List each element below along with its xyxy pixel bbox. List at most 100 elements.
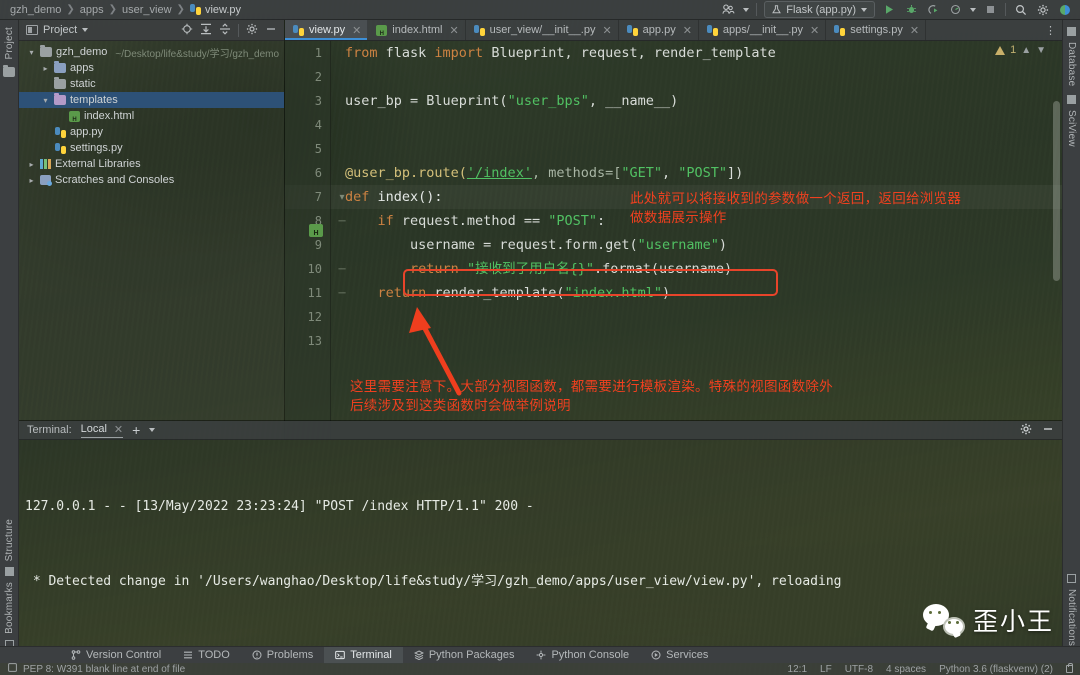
tool-window-problems[interactable]: Problems [241,647,324,664]
profiler-icon[interactable] [948,2,963,17]
profile-dropdown-icon[interactable] [743,7,750,12]
debug-icon[interactable] [904,2,919,17]
expand-all-icon[interactable] [200,23,212,38]
code-token[interactable]: '/index' [467,165,532,181]
code-token: request.method == [393,213,549,229]
status-encoding[interactable]: UTF-8 [845,664,873,675]
status-line-separator[interactable]: LF [820,664,832,675]
terminal-new-session-button[interactable]: + [132,422,140,438]
collapse-all-icon[interactable] [219,22,231,38]
code-line-6: @user_bp.route('/index', methods=["GET",… [345,161,1062,185]
rail-item-structure[interactable]: Structure [4,516,15,564]
code-token: : [597,213,606,229]
rail-item-project[interactable]: Project [4,24,15,63]
close-icon[interactable]: ✕ [114,423,123,436]
editor-tab-user-view-init[interactable]: user_view/__init__.py ✕ [466,20,619,40]
locate-file-icon[interactable] [181,23,193,38]
code-editor[interactable]: 1 2 3 4 5 6 7 8 9 10 11 12 13 ▾ ─ ─ ─ fr… [285,41,1062,440]
chevron-down-icon[interactable]: ▾ [27,48,36,57]
tree-item-scratches[interactable]: ▸ Scratches and Consoles [19,172,284,188]
updates-icon[interactable] [1057,2,1072,17]
chevron-right-icon[interactable]: ▸ [27,176,36,185]
rail-item-bookmarks[interactable]: Bookmarks [4,579,15,637]
database-icon [1067,27,1076,36]
html-file-icon [376,24,388,37]
scratches-icon [40,175,52,186]
close-icon[interactable]: ✕ [910,24,919,37]
terminal-output[interactable]: 127.0.0.1 - - [13/May/2022 23:23:24] "PO… [19,440,1062,675]
breadcrumb-item-0[interactable]: gzh_demo [10,4,61,16]
editor-scrollbar[interactable] [1053,101,1060,281]
status-caret-position[interactable]: 12:1 [788,664,807,675]
rail-item-database[interactable]: Database [1066,39,1077,89]
html-file-icon [69,110,80,123]
tab-overflow-icon[interactable]: ⋮ [1045,24,1056,37]
gutter-template-marker-icon[interactable] [309,224,323,237]
lock-icon[interactable] [1066,663,1073,673]
line-number: 12 [307,310,322,324]
close-icon[interactable]: ✕ [602,24,611,37]
terminal-tab-local[interactable]: Local ✕ [80,423,124,438]
terminal-hide-icon[interactable] [1042,423,1054,438]
editor-gutter[interactable]: 1 2 3 4 5 6 7 8 9 10 11 12 13 [285,41,331,440]
tree-item-apps[interactable]: ▸ apps [19,60,284,76]
close-icon[interactable]: ✕ [449,24,458,37]
code-token: ]) [727,165,744,181]
tree-item-static[interactable]: static [19,76,284,92]
project-panel-title: Project [43,24,78,36]
editor-tab-apps-init[interactable]: apps/__init__.py ✕ [699,20,827,40]
close-icon[interactable]: ✕ [683,24,692,37]
tool-window-terminal[interactable]: Terminal [324,646,403,664]
status-interpreter[interactable]: Python 3.6 (flaskvenv) (2) [939,664,1053,675]
tree-item-templates[interactable]: ▾ templates [19,92,284,108]
line-number: 6 [314,166,322,180]
rail-item-sciview[interactable]: SciView [1066,107,1077,150]
tool-window-python-console[interactable]: Python Console [525,647,640,664]
breadcrumb-item-1[interactable]: apps [80,4,104,16]
chevron-right-icon[interactable]: ▸ [41,64,50,73]
close-icon[interactable]: ✕ [352,24,361,37]
run-configuration-selector[interactable]: Flask (app.py) [764,1,875,18]
breadcrumb-file[interactable]: view.py [189,4,241,16]
python-file-icon [189,4,201,15]
chevron-right-icon[interactable]: ▸ [27,160,36,169]
stop-icon[interactable] [983,2,998,17]
editor-inspection-widget[interactable]: 1 ▲ ▼ [995,44,1046,56]
top-toolbar: gzh_demo ❯ apps ❯ user_view ❯ view.py Fl… [0,0,1080,20]
code-token: "POST" [548,213,597,229]
tree-item-external-libraries[interactable]: ▸ External Libraries [19,156,284,172]
hide-panel-icon[interactable] [265,23,277,38]
chevron-up-icon[interactable]: ▲ [1021,45,1031,56]
panel-settings-gear-icon[interactable] [246,23,258,38]
profile-icon[interactable] [721,2,736,17]
terminal-line: * Detected change in '/Users/wanghao/Des… [25,574,842,589]
editor-tab-view-py[interactable]: view.py ✕ [285,20,369,40]
tree-item-index-html[interactable]: index.html [19,108,284,124]
more-run-options-icon[interactable] [970,7,976,12]
tool-window-python-packages[interactable]: Python Packages [403,647,526,664]
tool-window-label: TODO [198,649,230,661]
rail-item-notifications[interactable]: Notifications [1066,586,1077,649]
tool-window-services[interactable]: Services [640,647,719,664]
breadcrumb-item-2[interactable]: user_view [122,4,172,16]
editor-tab-app-py[interactable]: app.py ✕ [619,20,699,40]
editor-tab-index-html[interactable]: index.html ✕ [368,20,466,40]
editor-tab-settings-py[interactable]: settings.py ✕ [826,20,927,40]
chevron-down-icon[interactable]: ▾ [41,96,50,105]
close-icon[interactable]: ✕ [810,24,819,37]
tree-item-app-py[interactable]: app.py [19,124,284,140]
run-icon[interactable] [882,2,897,17]
settings-gear-icon[interactable] [1035,2,1050,17]
status-indent[interactable]: 4 spaces [886,664,926,675]
project-panel-title-group[interactable]: Project [26,24,89,36]
search-icon[interactable] [1013,2,1028,17]
terminal-settings-gear-icon[interactable] [1020,423,1032,438]
chevron-down-icon[interactable]: ▼ [1036,45,1046,56]
run-with-coverage-icon[interactable] [926,2,941,17]
tool-window-todo[interactable]: TODO [172,647,241,664]
tree-item-settings-py[interactable]: settings.py [19,140,284,156]
tool-window-version-control[interactable]: Version Control [60,647,172,664]
tree-item-gzh_demo[interactable]: ▾ gzh_demo ~/Desktop/life&study/学习/gzh_d… [19,44,284,60]
chevron-down-icon[interactable] [149,428,156,432]
python-file-icon [55,142,66,154]
